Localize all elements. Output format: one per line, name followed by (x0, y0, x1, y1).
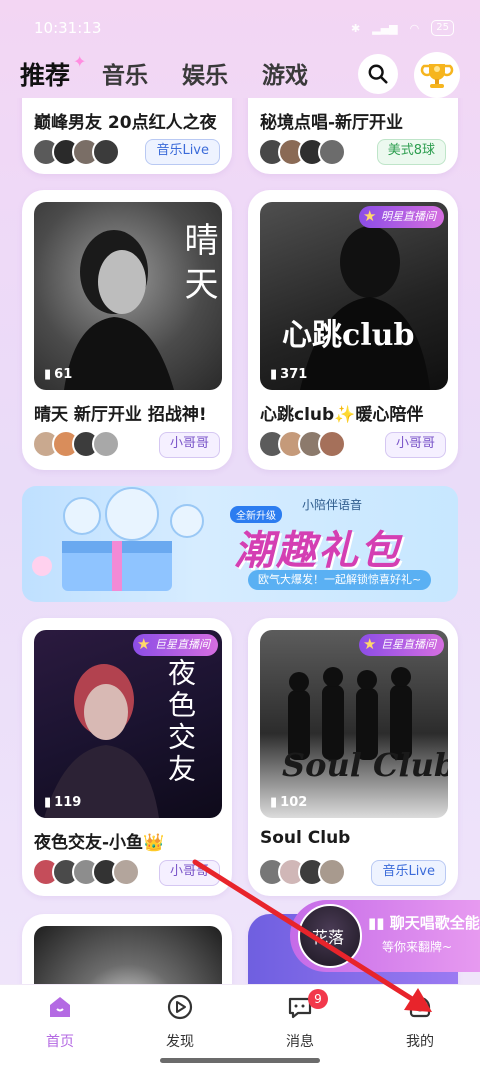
sparkle-icon: ✦ (73, 52, 87, 71)
cover-art-text: 晴天 (178, 222, 218, 310)
search-button[interactable] (358, 54, 398, 94)
status-time: 10:31:13 (34, 19, 102, 37)
tab-music[interactable]: 音乐 (102, 56, 148, 90)
nav-messages[interactable]: 9 消息 (260, 989, 340, 1051)
room-card[interactable]: 巅峰男友 20点红人之夜 音乐Live (22, 98, 232, 174)
promo-subtitle: 等你来翻牌~ (382, 940, 453, 954)
search-icon (368, 64, 388, 84)
room-cover: 晴天 ▮ 61 (34, 202, 222, 390)
room-card[interactable] (22, 914, 232, 984)
room-title: Soul Club (260, 828, 351, 848)
gift-box-illustration (32, 487, 204, 591)
member-avatars (32, 430, 120, 458)
room-title: 巅峰男友 20点红人之夜 (34, 113, 217, 133)
status-bar: 10:31:13 ✱ ▂▄▆ ◠ 25 (0, 0, 480, 56)
room-cover (34, 926, 222, 984)
audio-bars-icon: ▮ (270, 795, 278, 810)
avatar (92, 138, 120, 166)
wifi-icon: ◠ (409, 21, 420, 35)
tab-games[interactable]: 游戏 (262, 56, 308, 90)
banner-brand: 小陪伴语音 (302, 498, 363, 512)
room-tag: 音乐Live (371, 860, 446, 886)
promo-title: ▮▮ 聊天唱歌全能 (368, 914, 480, 932)
member-avatars (32, 138, 120, 166)
nav-home[interactable]: 首页 (20, 993, 100, 1051)
battery-indicator: 25 (431, 20, 454, 36)
superstar-room-badge: 巨星直播间 (359, 633, 444, 656)
avatar (92, 430, 120, 458)
audio-bars-icon: ▮ (44, 367, 52, 382)
member-avatars (32, 858, 140, 886)
avatar (112, 858, 140, 886)
home-icon (50, 997, 70, 1017)
room-card[interactable]: 夜色交友 巨星直播间 ▮ 119 夜色交友-小鱼👑 小哥哥 (22, 618, 232, 896)
trophy-icon (420, 64, 454, 88)
room-tag: 小哥哥 (158, 432, 220, 458)
cover-art-text: Soul Club (282, 746, 448, 784)
home-indicator (160, 1058, 320, 1063)
nav-discover[interactable]: 发现 (140, 993, 220, 1051)
star-room-badge: 明星直播间 (359, 205, 444, 228)
listener-count: ▮ 119 (44, 795, 82, 810)
nav-profile[interactable]: 我的 (380, 993, 460, 1051)
tab-recommend[interactable]: 推荐 (20, 56, 70, 92)
feed[interactable]: 巅峰男友 20点红人之夜 音乐Live 秘境点唱-新厅开业 美式8球 晴天 ▮ … (0, 98, 480, 984)
room-card[interactable]: 心跳club 明星直播间 ▮ 371 心跳club✨暖心陪伴 小哥哥 (248, 190, 458, 470)
promo-banner[interactable]: 全新升级 小陪伴语音 潮趣礼包 欧气大爆发！一起解锁惊喜好礼~ (22, 486, 458, 602)
room-title: 晴天 新厅开业 招战神! (34, 405, 207, 425)
room-title: 心跳club✨暖心陪伴 (260, 405, 424, 425)
member-avatars (258, 138, 346, 166)
cover-art-text: 心跳club (282, 318, 415, 353)
room-tag: 小哥哥 (384, 432, 446, 458)
room-tag: 小哥哥 (158, 860, 220, 886)
listener-count: ▮ 61 (44, 367, 73, 382)
silhouettes-illustration (288, 667, 412, 760)
cover-art-text: 夜色交友 (164, 658, 197, 786)
status-icons: ✱ ▂▄▆ ◠ 25 (351, 20, 454, 36)
audio-bars-icon: ▮▮ (368, 914, 390, 932)
listener-count: ▮ 102 (270, 795, 308, 810)
listener-count: ▮ 371 (270, 367, 308, 382)
floating-promo[interactable]: 花落 ▮▮ 聊天唱歌全能 等你来翻牌~ (290, 900, 480, 972)
portrait-illustration (300, 226, 430, 390)
nav-profile-label: 我的 (406, 1034, 434, 1050)
room-title: 夜色交友-小鱼👑 (34, 833, 165, 853)
room-cover: 心跳club 明星直播间 ▮ 371 (260, 202, 448, 390)
room-tag: 美式8球 (376, 139, 446, 165)
profile-icon (409, 996, 431, 1018)
nav-discover-label: 发现 (166, 1034, 194, 1050)
trophy-button[interactable] (414, 52, 460, 98)
room-tag: 音乐Live (145, 139, 220, 165)
member-avatars (258, 430, 346, 458)
room-card[interactable]: 秘境点唱-新厅开业 美式8球 (248, 98, 458, 174)
banner-subtitle: 欧气大爆发！一起解锁惊喜好礼~ (248, 570, 432, 590)
nav-messages-label: 消息 (286, 1034, 314, 1050)
nav-home-label: 首页 (46, 1034, 74, 1050)
avatar (318, 430, 346, 458)
discover-icon (167, 994, 193, 1020)
avatar (318, 138, 346, 166)
superstar-room-badge: 巨星直播间 (133, 633, 218, 656)
room-card[interactable]: Soul Club 巨星直播间 ▮ 102 Soul Club 音乐Live (248, 618, 458, 896)
room-title: 秘境点唱-新厅开业 (260, 113, 404, 133)
member-avatars (258, 858, 346, 886)
room-cover: Soul Club 巨星直播间 ▮ 102 (260, 630, 448, 818)
room-cover: 夜色交友 巨星直播间 ▮ 119 (34, 630, 222, 818)
banner-title: 潮趣礼包 (234, 528, 402, 574)
bluetooth-icon: ✱ (351, 21, 361, 35)
audio-bars-icon: ▮ (44, 795, 52, 810)
tab-entertainment[interactable]: 娱乐 (182, 56, 228, 90)
audio-bars-icon: ▮ (270, 367, 278, 382)
signal-icon: ▂▄▆ (372, 21, 398, 35)
avatar (318, 858, 346, 886)
promo-avatar: 花落 (298, 904, 362, 968)
room-card[interactable]: 晴天 ▮ 61 晴天 新厅开业 招战神! 小哥哥 (22, 190, 232, 470)
unread-badge: 9 (308, 989, 328, 1009)
top-nav: 推荐 ✦ 音乐 娱乐 游戏 (0, 52, 480, 98)
